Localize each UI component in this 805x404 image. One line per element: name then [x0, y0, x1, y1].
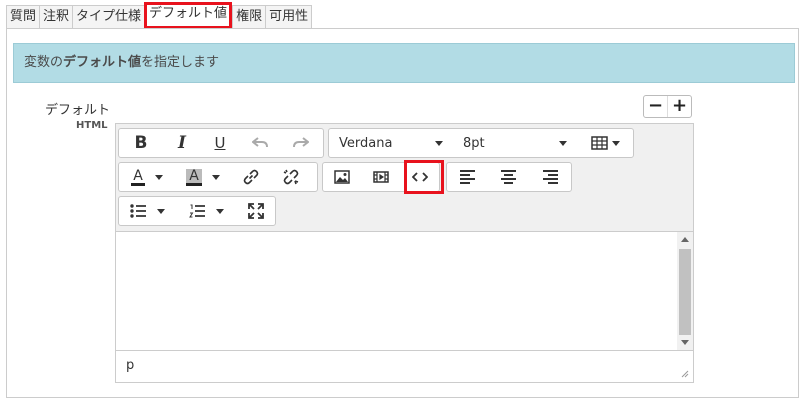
info-banner: 変数のデフォルト値を指定します: [13, 43, 795, 83]
minus-button[interactable]: −: [644, 96, 668, 117]
info-suffix: を指定します: [141, 55, 220, 70]
element-path: p: [126, 358, 135, 373]
vertical-scrollbar[interactable]: [677, 232, 693, 350]
color-link-group: A A: [118, 162, 318, 192]
redo-icon[interactable]: [281, 129, 321, 157]
table-button[interactable]: [577, 129, 633, 157]
unlink-icon[interactable]: [271, 163, 311, 191]
chevron-down-icon: [559, 140, 567, 146]
tab-default-value[interactable]: デフォルト値: [144, 2, 233, 29]
tab-bar: 質問 注釈 タイプ仕様 デフォルト値 権限 可用性: [6, 2, 313, 29]
font-family-select[interactable]: Verdana: [329, 129, 453, 157]
bold-icon[interactable]: B: [119, 129, 163, 157]
html-editor: B I U Verdana 8pt A A p: [115, 123, 694, 383]
underline-icon[interactable]: U: [201, 129, 239, 157]
video-icon[interactable]: [361, 163, 401, 191]
scroll-down-icon[interactable]: [681, 340, 689, 345]
text-color-icon: A: [131, 167, 145, 186]
font-size-value: 8pt: [463, 135, 485, 151]
image-icon[interactable]: [323, 163, 361, 191]
plus-button[interactable]: +: [668, 96, 691, 117]
background-color-icon: A: [186, 168, 202, 186]
italic-icon[interactable]: I: [163, 129, 201, 157]
chevron-down-icon: [156, 208, 165, 214]
font-size-select[interactable]: 8pt: [453, 129, 577, 157]
scroll-up-icon[interactable]: [681, 237, 689, 242]
info-prefix: 変数の: [24, 55, 64, 70]
field-sublabel: HTML: [76, 120, 108, 131]
undo-icon[interactable]: [239, 129, 281, 157]
align-left-icon[interactable]: [447, 163, 487, 191]
code-view-highlight: [404, 160, 444, 194]
align-right-icon[interactable]: [529, 163, 571, 191]
tab-type-spec[interactable]: タイプ仕様: [72, 5, 145, 29]
link-icon[interactable]: [231, 163, 271, 191]
field-label: デフォルト: [45, 103, 111, 118]
numbered-list-icon: [188, 204, 205, 218]
info-bold: デフォルト値: [63, 55, 142, 70]
fullscreen-icon[interactable]: [237, 197, 275, 225]
chevron-down-icon: [215, 208, 224, 214]
format-group: B I U: [118, 128, 324, 158]
chevron-down-icon: [154, 174, 163, 180]
bullet-list-icon: [129, 204, 146, 218]
scrollbar-thumb[interactable]: [679, 249, 691, 335]
chevron-down-icon: [611, 140, 620, 146]
font-family-value: Verdana: [339, 135, 393, 151]
resize-handle-icon[interactable]: [681, 370, 689, 378]
numbered-list-button[interactable]: [175, 197, 237, 225]
align-center-icon[interactable]: [487, 163, 529, 191]
tab-question[interactable]: 質問: [6, 5, 40, 29]
chevron-down-icon: [211, 174, 220, 180]
align-group: [446, 162, 572, 192]
status-bar: p: [116, 350, 693, 382]
text-color-button[interactable]: A: [119, 163, 175, 191]
bullet-list-button[interactable]: [119, 197, 175, 225]
font-group: Verdana 8pt: [328, 128, 634, 158]
tab-permissions[interactable]: 権限: [232, 5, 266, 29]
tab-availability[interactable]: 可用性: [265, 5, 313, 29]
chevron-down-icon: [435, 140, 443, 146]
table-icon: [590, 136, 608, 150]
list-group: [118, 196, 276, 226]
background-color-button[interactable]: A: [175, 163, 231, 191]
editor-toolbar: B I U Verdana 8pt A A: [116, 124, 693, 232]
tab-annotation[interactable]: 注釈: [39, 5, 73, 29]
tab-panel: 変数のデフォルト値を指定します デフォルト HTML − + B I U Ver…: [6, 28, 799, 398]
editor-content[interactable]: [116, 232, 693, 350]
size-stepper: − +: [643, 95, 692, 118]
